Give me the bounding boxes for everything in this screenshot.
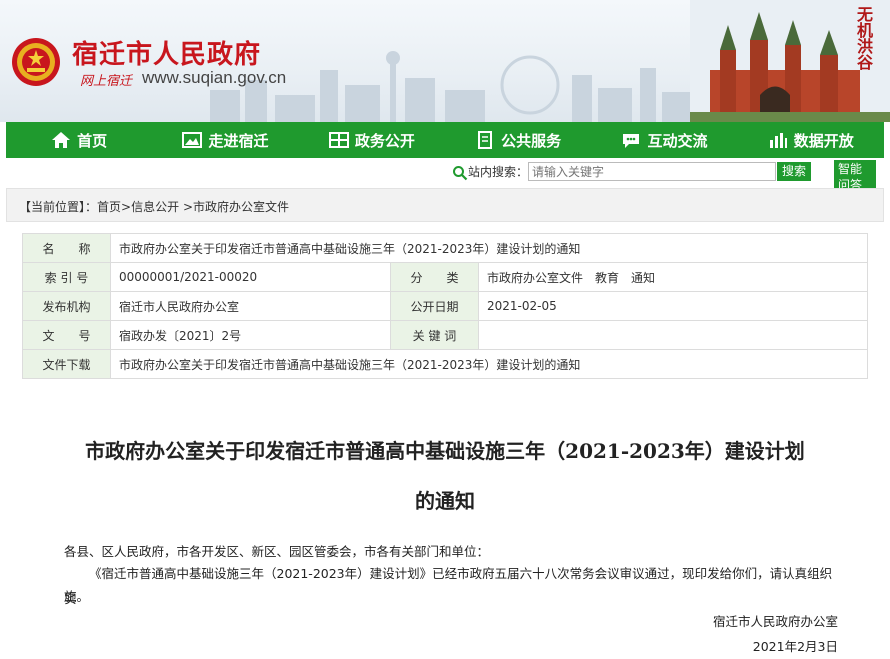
meta-label-category: 分 类: [390, 262, 479, 292]
meta-value-category: 市政府办公室文件 教育 通知: [478, 262, 868, 292]
chat-icon: [623, 134, 640, 148]
document-icon: [478, 131, 493, 149]
nav-item-interaction[interactable]: 互动交流: [591, 122, 737, 158]
site-header: 宿迁市人民政府 网上宿迁 www.suqian.gov.cn 无机洪谷: [0, 0, 890, 122]
meta-label-docno: 文 号: [22, 320, 111, 350]
table-row: 文 号 宿政办发〔2021〕2号 关 键 词: [22, 320, 868, 350]
table-row: 文件下载 市政府办公室关于印发宿迁市普通高中基础设施三年（2021-2023年）…: [22, 349, 868, 379]
search-bar: 站内搜索： 搜索 智能问答: [0, 160, 890, 194]
meta-label-index: 索 引 号: [22, 262, 111, 292]
article-title-line: 市政府办公室关于印发宿迁市普通高中基础设施三年（2021-2023年）建设计划: [85, 439, 805, 463]
breadcrumb-separator: >: [182, 200, 193, 214]
meta-label-date: 公开日期: [390, 291, 479, 321]
article-signer: 宿迁市人民政府办公室: [712, 614, 838, 629]
document-meta-table: 名 称 市政府办公室关于印发宿迁市普通高中基础设施三年（2021-2023年）建…: [22, 233, 868, 379]
chart-icon: [769, 133, 787, 148]
nav-item-label: 公共服务: [501, 131, 562, 150]
nav-item-gov-affairs[interactable]: 政务公开: [299, 122, 445, 158]
meta-value-issuer: 宿迁市人民政府办公室: [110, 291, 391, 321]
site-title: 宿迁市人民政府: [72, 40, 262, 70]
table-row: 索 引 号 00000001/2021-00020 分 类 市政府办公室文件 教…: [22, 262, 868, 292]
meta-label-name: 名 称: [22, 233, 111, 263]
meta-value-index: 00000001/2021-00020: [110, 262, 391, 292]
nav-item-label: 互动交流: [647, 131, 708, 150]
search-input[interactable]: [528, 162, 776, 181]
table-row: 发布机构 宿迁市人民政府办公室 公开日期 2021-02-05: [22, 291, 868, 321]
meta-value-download-link[interactable]: 市政府办公室关于印发宿迁市普通高中基础设施三年（2021-2023年）建设计划的…: [110, 349, 868, 379]
nav-item-about[interactable]: 走进宿迁: [152, 122, 298, 158]
picture-icon: [182, 132, 203, 148]
breadcrumb-prefix: 【当前位置】：: [19, 200, 98, 214]
meta-value-keywords: [478, 320, 868, 350]
site-slogan: 网上宿迁: [80, 74, 133, 89]
nav-item-label: 走进宿迁: [208, 131, 269, 150]
article-title-line: 的通知: [415, 489, 475, 513]
meta-value-docno: 宿政办发〔2021〕2号: [110, 320, 391, 350]
article-paragraph-end: 施。: [64, 589, 90, 604]
meta-label-issuer: 发布机构: [22, 291, 111, 321]
nav-item-label: 首页: [77, 131, 108, 150]
breadcrumb: 【当前位置】：首页>信息公开 >市政府办公室文件: [6, 188, 884, 222]
breadcrumb-separator: >: [121, 200, 132, 214]
search-icon: [453, 166, 468, 181]
article-title: 市政府办公室关于印发宿迁市普通高中基础设施三年（2021-2023年）建设计划 …: [40, 432, 850, 520]
meta-value-date: 2021-02-05: [478, 291, 868, 321]
meta-label-keywords: 关 键 词: [390, 320, 479, 350]
breadcrumb-link-office-docs[interactable]: 市政府办公室文件: [193, 200, 289, 214]
grid-icon: [328, 132, 349, 148]
calligraphy-logo: 无机洪谷: [854, 6, 873, 70]
search-button[interactable]: 搜索: [777, 162, 811, 181]
meta-label-download: 文件下载: [22, 349, 111, 379]
nav-item-home[interactable]: 首页: [6, 122, 152, 158]
main-nav: 首页 走进宿迁 政务公开 公共服务 互动交流 数据开放: [6, 122, 884, 158]
nav-item-open-data[interactable]: 数据开放: [738, 122, 884, 158]
national-emblem-icon: [12, 38, 60, 86]
home-icon: [52, 132, 71, 148]
breadcrumb-link-info[interactable]: 信息公开: [131, 200, 179, 214]
table-row: 名 称 市政府办公室关于印发宿迁市普通高中基础设施三年（2021-2023年）建…: [22, 233, 868, 263]
search-label: 站内搜索：: [468, 165, 529, 179]
nav-item-label: 数据开放: [793, 131, 854, 150]
nav-item-label: 政务公开: [354, 131, 415, 150]
article-sign-date: 2021年2月3日: [752, 639, 838, 654]
site-url: www.suqian.gov.cn: [142, 68, 287, 87]
nav-item-public-service[interactable]: 公共服务: [445, 122, 591, 158]
meta-value-name: 市政府办公室关于印发宿迁市普通高中基础设施三年（2021-2023年）建设计划的…: [110, 233, 868, 263]
breadcrumb-link-home[interactable]: 首页: [97, 200, 121, 214]
